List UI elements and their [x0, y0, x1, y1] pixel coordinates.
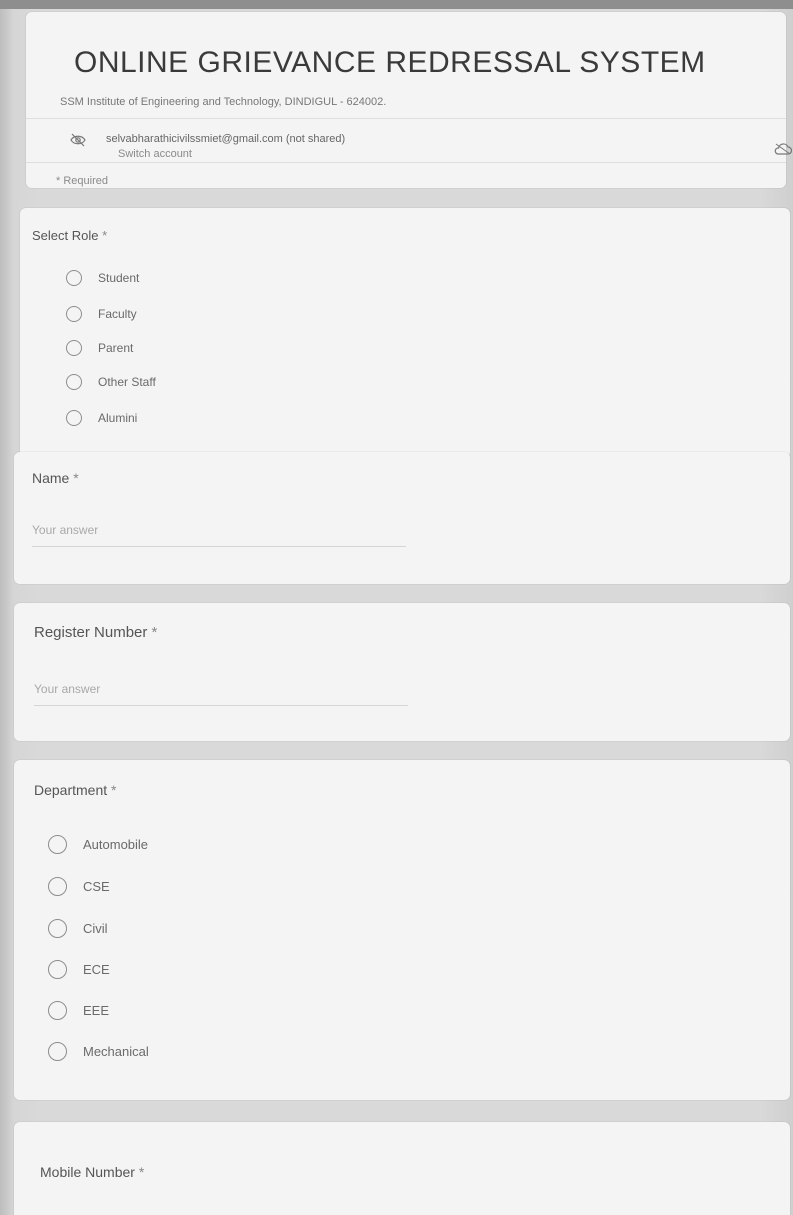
required-asterisk: * [69, 470, 79, 486]
radio-button[interactable] [66, 270, 82, 286]
option-label: CSE [83, 878, 110, 894]
top-band [0, 0, 793, 9]
option-role-parent[interactable]: Parent [66, 338, 133, 358]
form-description: SSM Institute of Engineering and Technol… [60, 96, 387, 108]
question-label-text: Select Role [32, 228, 99, 243]
register-number-input[interactable]: Your answer [34, 682, 100, 696]
question-label-text: Mobile Number [40, 1164, 135, 1180]
header-divider [26, 118, 786, 119]
required-asterisk: * [134, 1164, 145, 1180]
question-card-register-number: Register Number * Your answer [14, 603, 790, 741]
option-dept-ece[interactable]: ECE [48, 959, 110, 979]
option-dept-cse[interactable]: CSE [48, 876, 110, 896]
question-label-text: Name [32, 470, 70, 486]
name-input-underline [32, 546, 406, 547]
option-label: Student [98, 271, 140, 285]
radio-button[interactable] [66, 410, 82, 426]
radio-button[interactable] [48, 959, 67, 979]
question-label-text: Department [34, 782, 108, 798]
required-asterisk: * [147, 624, 158, 641]
header-divider-2 [26, 162, 786, 163]
account-email: selvabharathicivilssmiet@gmail.com (not … [106, 133, 346, 145]
eye-off-icon [70, 133, 86, 147]
switch-account-link[interactable]: Switch account [118, 148, 192, 160]
name-input[interactable]: Your answer [32, 523, 98, 537]
question-label-name: Name * [32, 470, 79, 486]
register-number-input-underline [34, 705, 408, 706]
form-header-card: ONLINE GRIEVANCE REDRESSAL SYSTEM SSM In… [26, 12, 792, 188]
option-label: EEE [83, 1002, 110, 1018]
radio-button[interactable] [66, 306, 82, 322]
radio-button[interactable] [48, 918, 67, 938]
question-label-mobile-number: Mobile Number * [40, 1164, 144, 1180]
option-label: Parent [98, 341, 134, 355]
question-label-department: Department * [34, 782, 117, 798]
page-background: ONLINE GRIEVANCE REDRESSAL SYSTEM SSM In… [0, 0, 793, 1215]
option-dept-mechanical[interactable]: Mechanical [48, 1041, 149, 1061]
radio-button[interactable] [48, 876, 67, 896]
question-card-mobile-number: Mobile Number * [14, 1122, 790, 1215]
option-label: Automobile [83, 836, 149, 852]
question-label-register-number: Register Number * [34, 624, 157, 641]
radio-button[interactable] [48, 834, 67, 854]
option-dept-automobile[interactable]: Automobile [48, 834, 148, 854]
option-label: Civil [83, 920, 108, 936]
cloud-icon [774, 143, 792, 155]
question-card-department: Department * Automobile CSE Civil ECE EE… [14, 760, 790, 1100]
radio-button[interactable] [66, 374, 82, 390]
option-role-student[interactable]: Student [66, 268, 139, 288]
form-title: ONLINE GRIEVANCE REDRESSAL SYSTEM [74, 46, 706, 79]
radio-button[interactable] [48, 1000, 67, 1020]
question-label-role: Select Role * [32, 228, 107, 243]
option-role-faculty[interactable]: Faculty [66, 304, 137, 324]
question-label-text: Register Number [34, 624, 148, 641]
question-card-role: Select Role * Student Faculty Parent Oth… [20, 208, 790, 458]
option-label: ECE [83, 961, 110, 977]
option-role-alumini[interactable]: Alumini [66, 408, 137, 428]
option-role-other-staff[interactable]: Other Staff [66, 372, 156, 392]
required-asterisk: * [107, 782, 117, 798]
option-label: Faculty [98, 307, 137, 321]
option-dept-eee[interactable]: EEE [48, 1000, 109, 1020]
option-label: Other Staff [98, 375, 156, 389]
option-dept-civil[interactable]: Civil [48, 918, 108, 938]
radio-button[interactable] [48, 1041, 67, 1061]
radio-button[interactable] [66, 340, 82, 356]
required-asterisk: * [98, 228, 108, 243]
required-note: * Required [56, 175, 108, 187]
question-card-name: Name * Your answer [14, 452, 790, 584]
option-label: Alumini [98, 411, 138, 425]
option-label: Mechanical [83, 1043, 149, 1059]
